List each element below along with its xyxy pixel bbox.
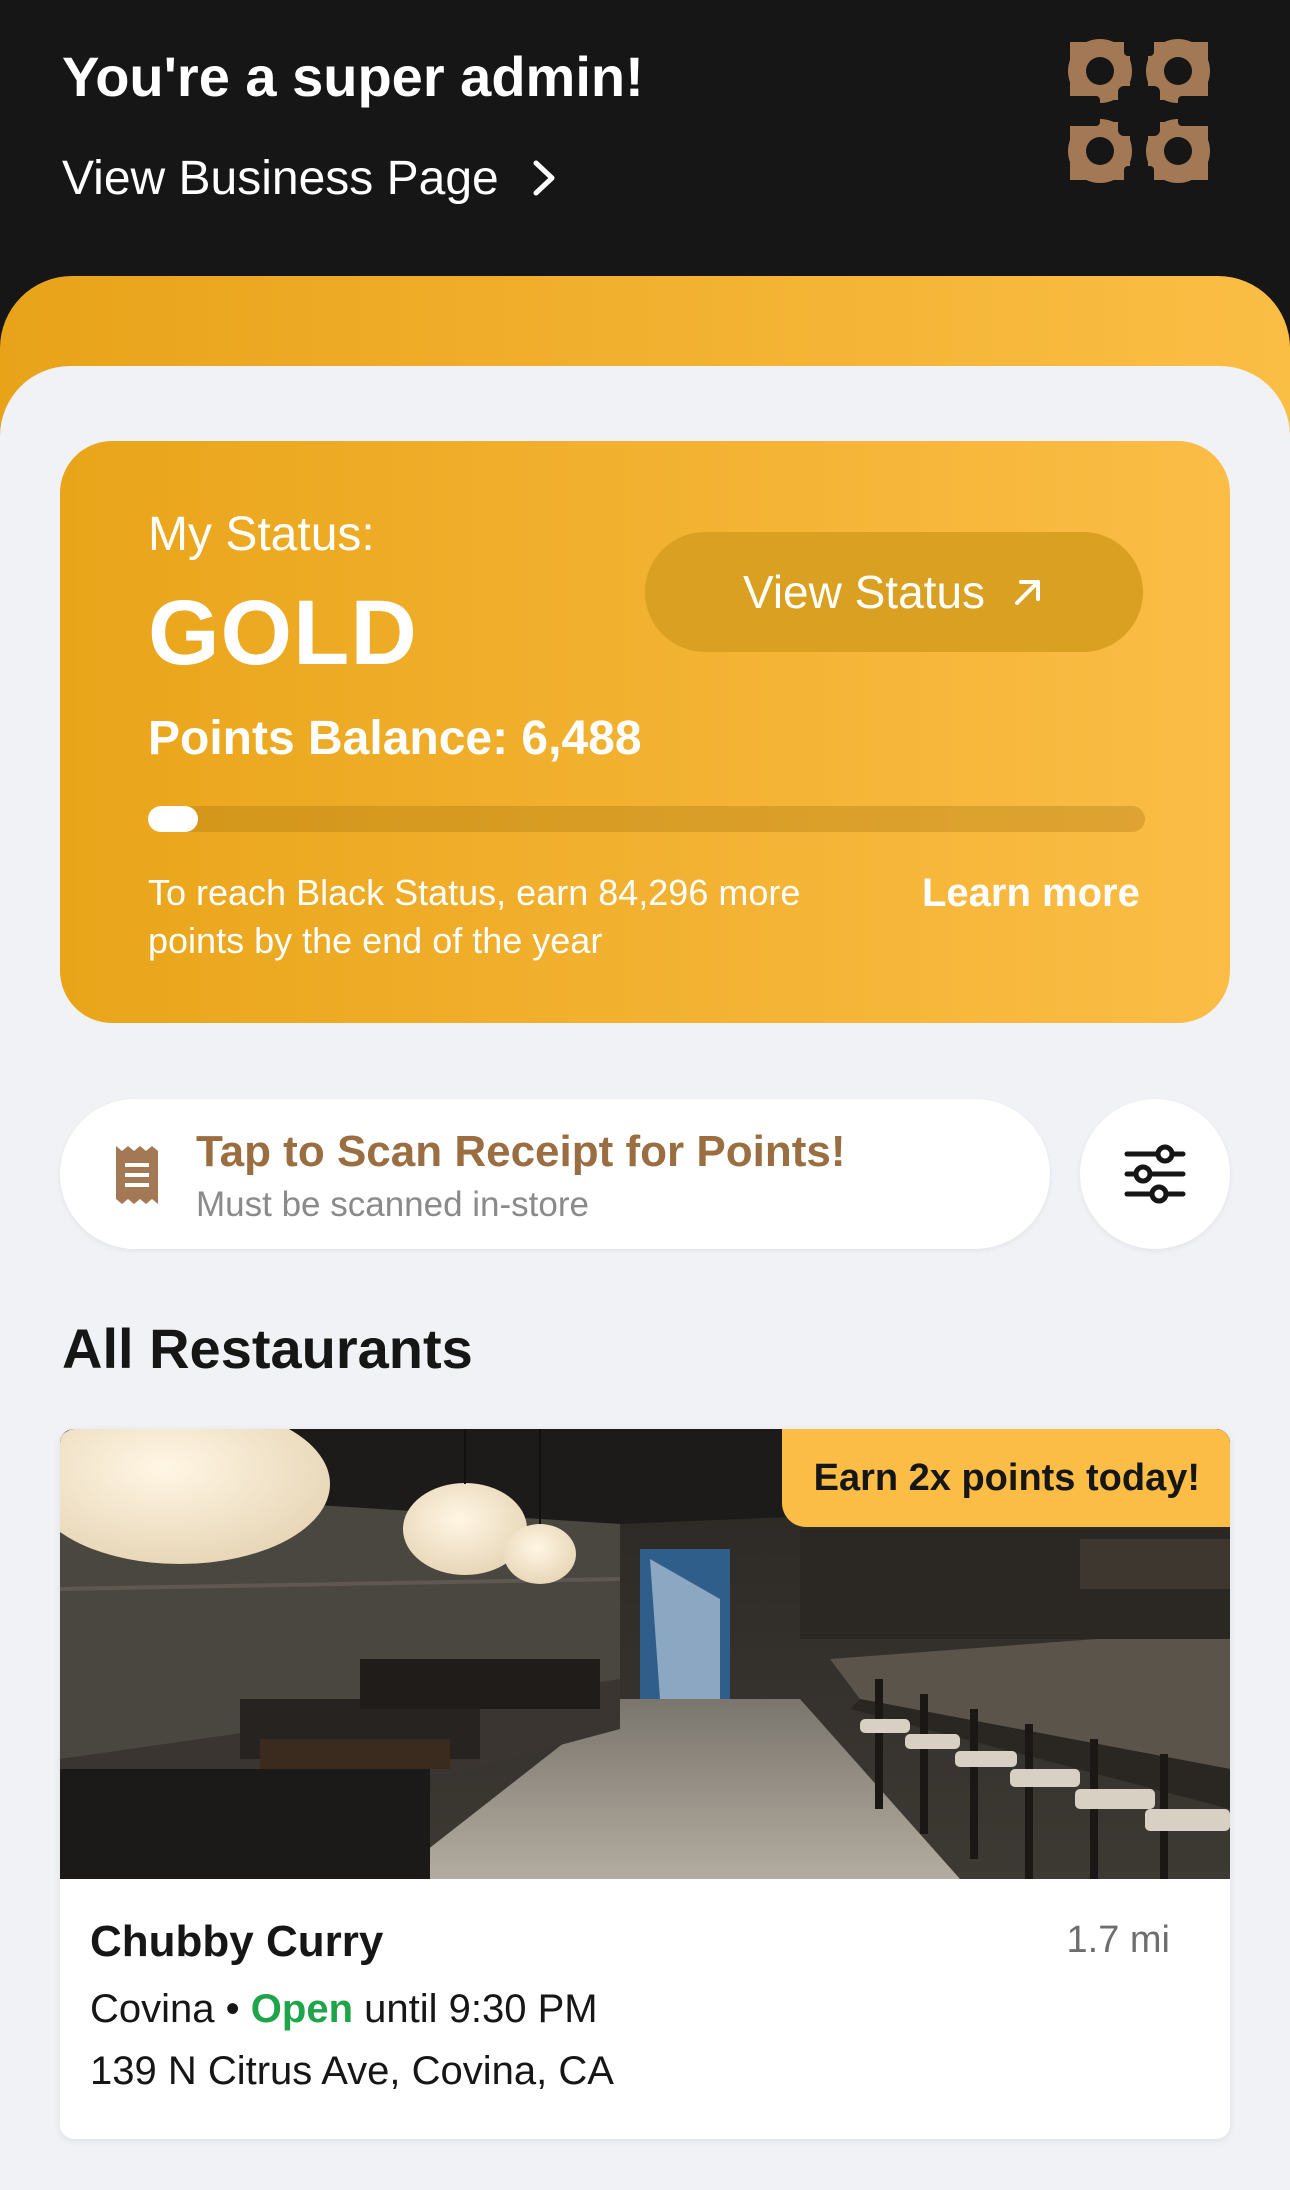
view-status-label: View Status [742,566,986,618]
restaurant-distance: 1.7 mi [1066,1919,1170,1961]
restaurant-address: 139 N Citrus Ave, Covina, CA [90,2049,614,2093]
status-label: My Status: [148,508,375,561]
receipt-icon [116,1146,158,1204]
restaurant-name: Chubby Curry [90,1917,384,1966]
filter-button[interactable] [1080,1099,1230,1249]
view-business-page-label: View Business Page [62,151,499,205]
sliders-icon [1124,1144,1186,1204]
restaurant-card[interactable]: Earn 2x points today! Chubby Curry 1.7 m… [60,1429,1230,2139]
status-progress-fill [148,806,198,832]
status-level: GOLD [148,582,418,684]
learn-more-link[interactable]: Learn more [922,871,1140,916]
open-status: Open [250,1987,354,2031]
status-progress-bar [148,806,1145,832]
status-card: My Status: GOLD View Status Points Balan… [60,441,1230,1023]
app-screen: You're a super admin! View Business Page [0,0,1290,2190]
scan-receipt-title: Tap to Scan Receipt for Points! [196,1127,846,1176]
closing-time: until 9:30 PM [364,1987,598,2031]
points-balance: Points Balance: 6,488 [148,712,642,765]
clover-cross-logo [1060,34,1218,188]
scan-receipt-button[interactable]: Tap to Scan Receipt for Points! Must be … [60,1099,1050,1249]
separator-dot: • [225,1987,240,2031]
view-status-button[interactable]: View Status [645,532,1143,652]
reach-status-text: To reach Black Status, earn 84,296 more … [148,872,801,961]
restaurant-hours: Covina • Open until 9:30 PM [90,1987,598,2032]
admin-title: You're a super admin! [62,45,644,108]
scan-receipt-subtitle: Must be scanned in-store [196,1185,589,1224]
restaurant-city: Covina [90,1987,215,2031]
header: You're a super admin! View Business Page [0,0,1290,276]
all-restaurants-heading: All Restaurants [62,1317,473,1380]
chevron-right-icon [533,160,555,196]
arrow-up-right-icon [1015,580,1041,605]
promo-badge: Earn 2x points today! [781,1429,1230,1527]
view-business-page-link[interactable]: View Business Page [62,148,561,208]
